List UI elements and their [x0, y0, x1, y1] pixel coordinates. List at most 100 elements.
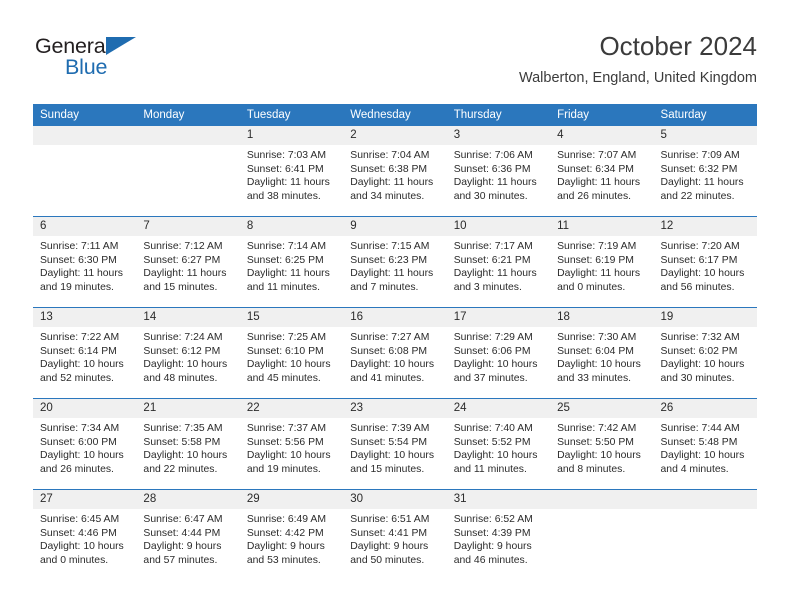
general-blue-logo[interactable]: General Blue	[35, 34, 235, 86]
daylight-text: Daylight: 10 hours and 33 minutes.	[557, 359, 641, 384]
calendar-day-cell[interactable]: 24 Sunrise: 7:40 AM Sunset: 5:52 PM Dayligh…	[446, 398, 551, 490]
calendar-day-cell[interactable]: 30 Sunrise: 6:51 AM Sunset: 4:41 PM Dayligh…	[343, 489, 447, 580]
day-number: 15	[239, 308, 344, 327]
calendar-day-cell[interactable]: 19 Sunrise: 7:32 AM Sunset: 6:02 PM Dayligh…	[653, 307, 757, 399]
calendar-day-cell[interactable]: 26 Sunrise: 7:44 AM Sunset: 5:48 PM Dayligh…	[653, 398, 757, 490]
calendar-day-cell[interactable]: 22 Sunrise: 7:37 AM Sunset: 5:56 PM Dayligh…	[239, 398, 344, 490]
day-sun-info: Sunrise: 7:17 AM Sunset: 6:21 PM Daylight:…	[447, 236, 550, 294]
sunrise-text: Sunrise: 7:44 AM	[660, 423, 740, 434]
sunrise-text: Sunrise: 6:52 AM	[453, 514, 533, 525]
calendar-day-cell[interactable]: 25 Sunrise: 7:42 AM Sunset: 5:50 PM Dayligh…	[550, 398, 654, 490]
day-number: 10	[446, 217, 551, 236]
daylight-text: Daylight: 10 hours and 45 minutes.	[246, 359, 331, 384]
daylight-text: Daylight: 11 hours and 11 minutes.	[246, 268, 330, 293]
calendar-day-cell[interactable]: 28 Sunrise: 6:47 AM Sunset: 4:44 PM Dayligh…	[136, 489, 240, 580]
calendar-day-cell[interactable]: 13 Sunrise: 7:22 AM Sunset: 6:14 PM Dayligh…	[33, 307, 137, 399]
daylight-text: Daylight: 11 hours and 22 minutes.	[660, 177, 744, 202]
weekday-header-monday: Monday	[136, 104, 240, 126]
sunrise-text: Sunrise: 7:32 AM	[660, 332, 740, 343]
calendar-day-cell[interactable]: 4 Sunrise: 7:07 AM Sunset: 6:34 PM Daylight…	[550, 126, 654, 217]
calendar-day-cell[interactable]: 16 Sunrise: 7:27 AM Sunset: 6:08 PM Dayligh…	[343, 307, 447, 399]
calendar-day-cell[interactable]: 10 Sunrise: 7:17 AM Sunset: 6:21 PM Dayligh…	[446, 216, 551, 308]
daylight-text: Daylight: 10 hours and 48 minutes.	[143, 359, 228, 384]
sunset-text: Sunset: 6:36 PM	[453, 163, 531, 175]
sunset-text: Sunset: 6:30 PM	[40, 254, 117, 266]
calendar-day-cell[interactable]: 27 Sunrise: 6:45 AM Sunset: 4:46 PM Dayligh…	[33, 489, 137, 580]
daylight-text: Daylight: 10 hours and 52 minutes.	[40, 359, 124, 384]
day-sun-info: Sunrise: 7:03 AM Sunset: 6:41 PM Daylight:…	[240, 145, 343, 203]
calendar-day-cell[interactable]: 8 Sunrise: 7:14 AM Sunset: 6:25 PM Daylight…	[239, 216, 344, 308]
sunset-text: Sunset: 5:56 PM	[246, 436, 324, 448]
sunset-text: Sunset: 6:21 PM	[453, 254, 531, 266]
day-number: 30	[343, 490, 447, 509]
calendar-day-cell[interactable]: 17 Sunrise: 7:29 AM Sunset: 6:06 PM Dayligh…	[446, 307, 551, 399]
sunrise-text: Sunrise: 7:39 AM	[350, 423, 430, 434]
daylight-text: Daylight: 10 hours and 11 minutes.	[453, 450, 538, 475]
weekday-header-thursday: Thursday	[446, 104, 551, 126]
calendar-day-cell[interactable]: 29 Sunrise: 6:49 AM Sunset: 4:42 PM Dayligh…	[239, 489, 344, 580]
sunset-text: Sunset: 4:46 PM	[40, 527, 117, 539]
sunset-text: Sunset: 5:48 PM	[660, 436, 738, 448]
page-header: General Blue October 2024 Walberton, Eng…	[35, 30, 757, 92]
calendar-day-cell[interactable]: 9 Sunrise: 7:15 AM Sunset: 6:23 PM Daylight…	[343, 216, 447, 308]
day-number: 23	[343, 399, 447, 418]
day-sun-info: Sunrise: 7:22 AM Sunset: 6:14 PM Daylight:…	[33, 327, 136, 385]
calendar-day-cell[interactable]: 3 Sunrise: 7:06 AM Sunset: 6:36 PM Daylight…	[446, 126, 551, 217]
calendar-day-cell[interactable]: 11 Sunrise: 7:19 AM Sunset: 6:19 PM Dayligh…	[550, 216, 654, 308]
daylight-text: Daylight: 10 hours and 30 minutes.	[660, 359, 745, 384]
day-number: 12	[653, 217, 757, 236]
day-number: 22	[239, 399, 344, 418]
day-sun-info: Sunrise: 7:11 AM Sunset: 6:30 PM Daylight:…	[33, 236, 136, 294]
daylight-text: Daylight: 9 hours and 46 minutes.	[453, 541, 532, 566]
day-sun-info: Sunrise: 7:44 AM Sunset: 5:48 PM Daylight:…	[654, 418, 757, 476]
sunset-text: Sunset: 5:58 PM	[143, 436, 221, 448]
calendar-day-cell[interactable]: 2 Sunrise: 7:04 AM Sunset: 6:38 PM Daylight…	[343, 126, 447, 217]
sunrise-text: Sunrise: 7:11 AM	[40, 241, 119, 252]
sunset-text: Sunset: 6:14 PM	[40, 345, 117, 357]
daylight-text: Daylight: 9 hours and 53 minutes.	[246, 541, 325, 566]
calendar-day-cell[interactable]: 31 Sunrise: 6:52 AM Sunset: 4:39 PM Dayligh…	[446, 489, 551, 580]
sunrise-text: Sunrise: 7:35 AM	[143, 423, 223, 434]
calendar-day-cell[interactable]: 21 Sunrise: 7:35 AM Sunset: 5:58 PM Dayligh…	[136, 398, 240, 490]
sunrise-text: Sunrise: 7:29 AM	[453, 332, 533, 343]
day-number	[33, 126, 137, 145]
calendar-day-cell[interactable]: 1 Sunrise: 7:03 AM Sunset: 6:41 PM Daylight…	[239, 126, 344, 217]
daylight-text: Daylight: 10 hours and 15 minutes.	[350, 450, 435, 475]
day-sun-info: Sunrise: 7:15 AM Sunset: 6:23 PM Daylight:…	[343, 236, 446, 294]
day-sun-info: Sunrise: 7:14 AM Sunset: 6:25 PM Daylight:…	[240, 236, 343, 294]
sunset-text: Sunset: 4:42 PM	[246, 527, 324, 539]
calendar-day-cell[interactable]: 14 Sunrise: 7:24 AM Sunset: 6:12 PM Dayligh…	[136, 307, 240, 399]
day-number: 7	[136, 217, 240, 236]
calendar-day-cell[interactable]: 12 Sunrise: 7:20 AM Sunset: 6:17 PM Dayligh…	[653, 216, 757, 308]
sunset-text: Sunset: 4:41 PM	[350, 527, 428, 539]
sunrise-text: Sunrise: 7:06 AM	[453, 150, 533, 161]
sunrise-text: Sunrise: 7:14 AM	[246, 241, 326, 252]
day-sun-info: Sunrise: 7:42 AM Sunset: 5:50 PM Daylight:…	[550, 418, 653, 476]
calendar-day-cell[interactable]: 18 Sunrise: 7:30 AM Sunset: 6:04 PM Dayligh…	[550, 307, 654, 399]
page-subtitle: Walberton, England, United Kingdom	[518, 70, 757, 86]
sunset-text: Sunset: 5:54 PM	[350, 436, 428, 448]
page-title: October 2024	[599, 31, 757, 61]
calendar-day-cell[interactable]: 6 Sunrise: 7:11 AM Sunset: 6:30 PM Daylight…	[33, 216, 137, 308]
day-sun-info: Sunrise: 7:06 AM Sunset: 6:36 PM Daylight:…	[447, 145, 550, 203]
calendar-body: 1 Sunrise: 7:03 AM Sunset: 6:41 PM Daylight…	[33, 126, 757, 580]
calendar-day-cell[interactable]: 7 Sunrise: 7:12 AM Sunset: 6:27 PM Daylight…	[136, 216, 240, 308]
day-sun-info: Sunrise: 6:51 AM Sunset: 4:41 PM Daylight:…	[343, 509, 446, 567]
weekday-header-sunday: Sunday	[33, 104, 137, 126]
sunset-text: Sunset: 6:02 PM	[660, 345, 738, 357]
calendar-day-cell[interactable]: 20 Sunrise: 7:34 AM Sunset: 6:00 PM Dayligh…	[33, 398, 137, 490]
day-sun-info: Sunrise: 7:35 AM Sunset: 5:58 PM Daylight:…	[136, 418, 239, 476]
sunset-text: Sunset: 4:39 PM	[453, 527, 531, 539]
calendar-day-cell[interactable]: 23 Sunrise: 7:39 AM Sunset: 5:54 PM Dayligh…	[343, 398, 447, 490]
sunrise-text: Sunrise: 7:17 AM	[453, 241, 533, 252]
calendar-day-cell[interactable]: 15 Sunrise: 7:25 AM Sunset: 6:10 PM Dayligh…	[239, 307, 344, 399]
day-sun-info: Sunrise: 7:19 AM Sunset: 6:19 PM Daylight:…	[550, 236, 653, 294]
sunset-text: Sunset: 4:44 PM	[143, 527, 221, 539]
sunset-text: Sunset: 6:23 PM	[350, 254, 428, 266]
sunrise-text: Sunrise: 7:12 AM	[143, 241, 223, 252]
sunrise-text: Sunrise: 6:51 AM	[350, 514, 430, 525]
sunrise-text: Sunrise: 7:40 AM	[453, 423, 533, 434]
calendar-day-cell[interactable]: 5 Sunrise: 7:09 AM Sunset: 6:32 PM Daylight…	[653, 126, 757, 217]
day-number: 19	[653, 308, 757, 327]
daylight-text: Daylight: 10 hours and 8 minutes.	[557, 450, 641, 475]
